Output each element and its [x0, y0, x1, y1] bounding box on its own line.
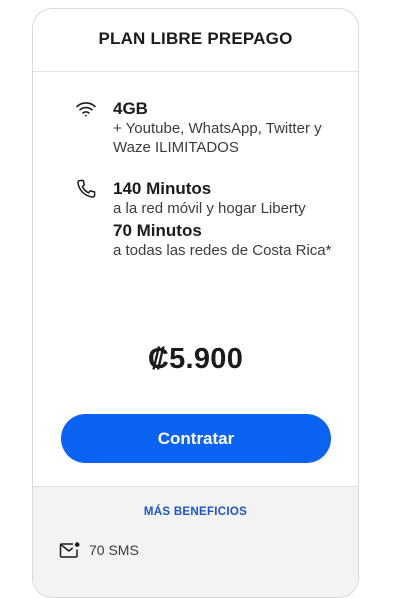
plan-title: PLAN LIBRE PREPAGO — [98, 29, 293, 48]
minutes-primary-description: a la red móvil y hogar Liberty — [113, 200, 306, 217]
plan-header: PLAN LIBRE PREPAGO — [33, 9, 358, 72]
minutes-secondary-description: a todas las redes de Costa Rica* — [113, 242, 332, 259]
benefit-item-sms: 70 SMS — [59, 541, 139, 559]
benefits-section: MÁS BENEFICIOS 70 SMS — [33, 486, 358, 597]
more-benefits-link[interactable]: MÁS BENEFICIOS — [33, 506, 358, 518]
voice-feature: 140 Minutos a la red móvil y hogar Liber… — [75, 178, 335, 260]
sms-icon — [59, 541, 81, 559]
minutes-primary: 140 Minutos — [113, 179, 212, 198]
data-feature: 4GB + Youtube, WhatsApp, Twitter y Waze … — [75, 98, 335, 157]
plan-price: ₡5.900 — [147, 343, 244, 375]
plan-card: PLAN LIBRE PREPAGO 4GB + Youtube, WhatsA… — [32, 8, 359, 598]
phone-icon — [75, 179, 97, 199]
wifi-icon — [75, 100, 97, 120]
data-description: + Youtube, WhatsApp, Twitter y Waze ILIM… — [113, 120, 322, 156]
minutes-secondary: 70 Minutos — [113, 221, 202, 240]
contratar-button[interactable]: Contratar — [61, 414, 331, 463]
benefit-label: 70 SMS — [89, 542, 139, 558]
data-amount: 4GB — [113, 99, 148, 118]
